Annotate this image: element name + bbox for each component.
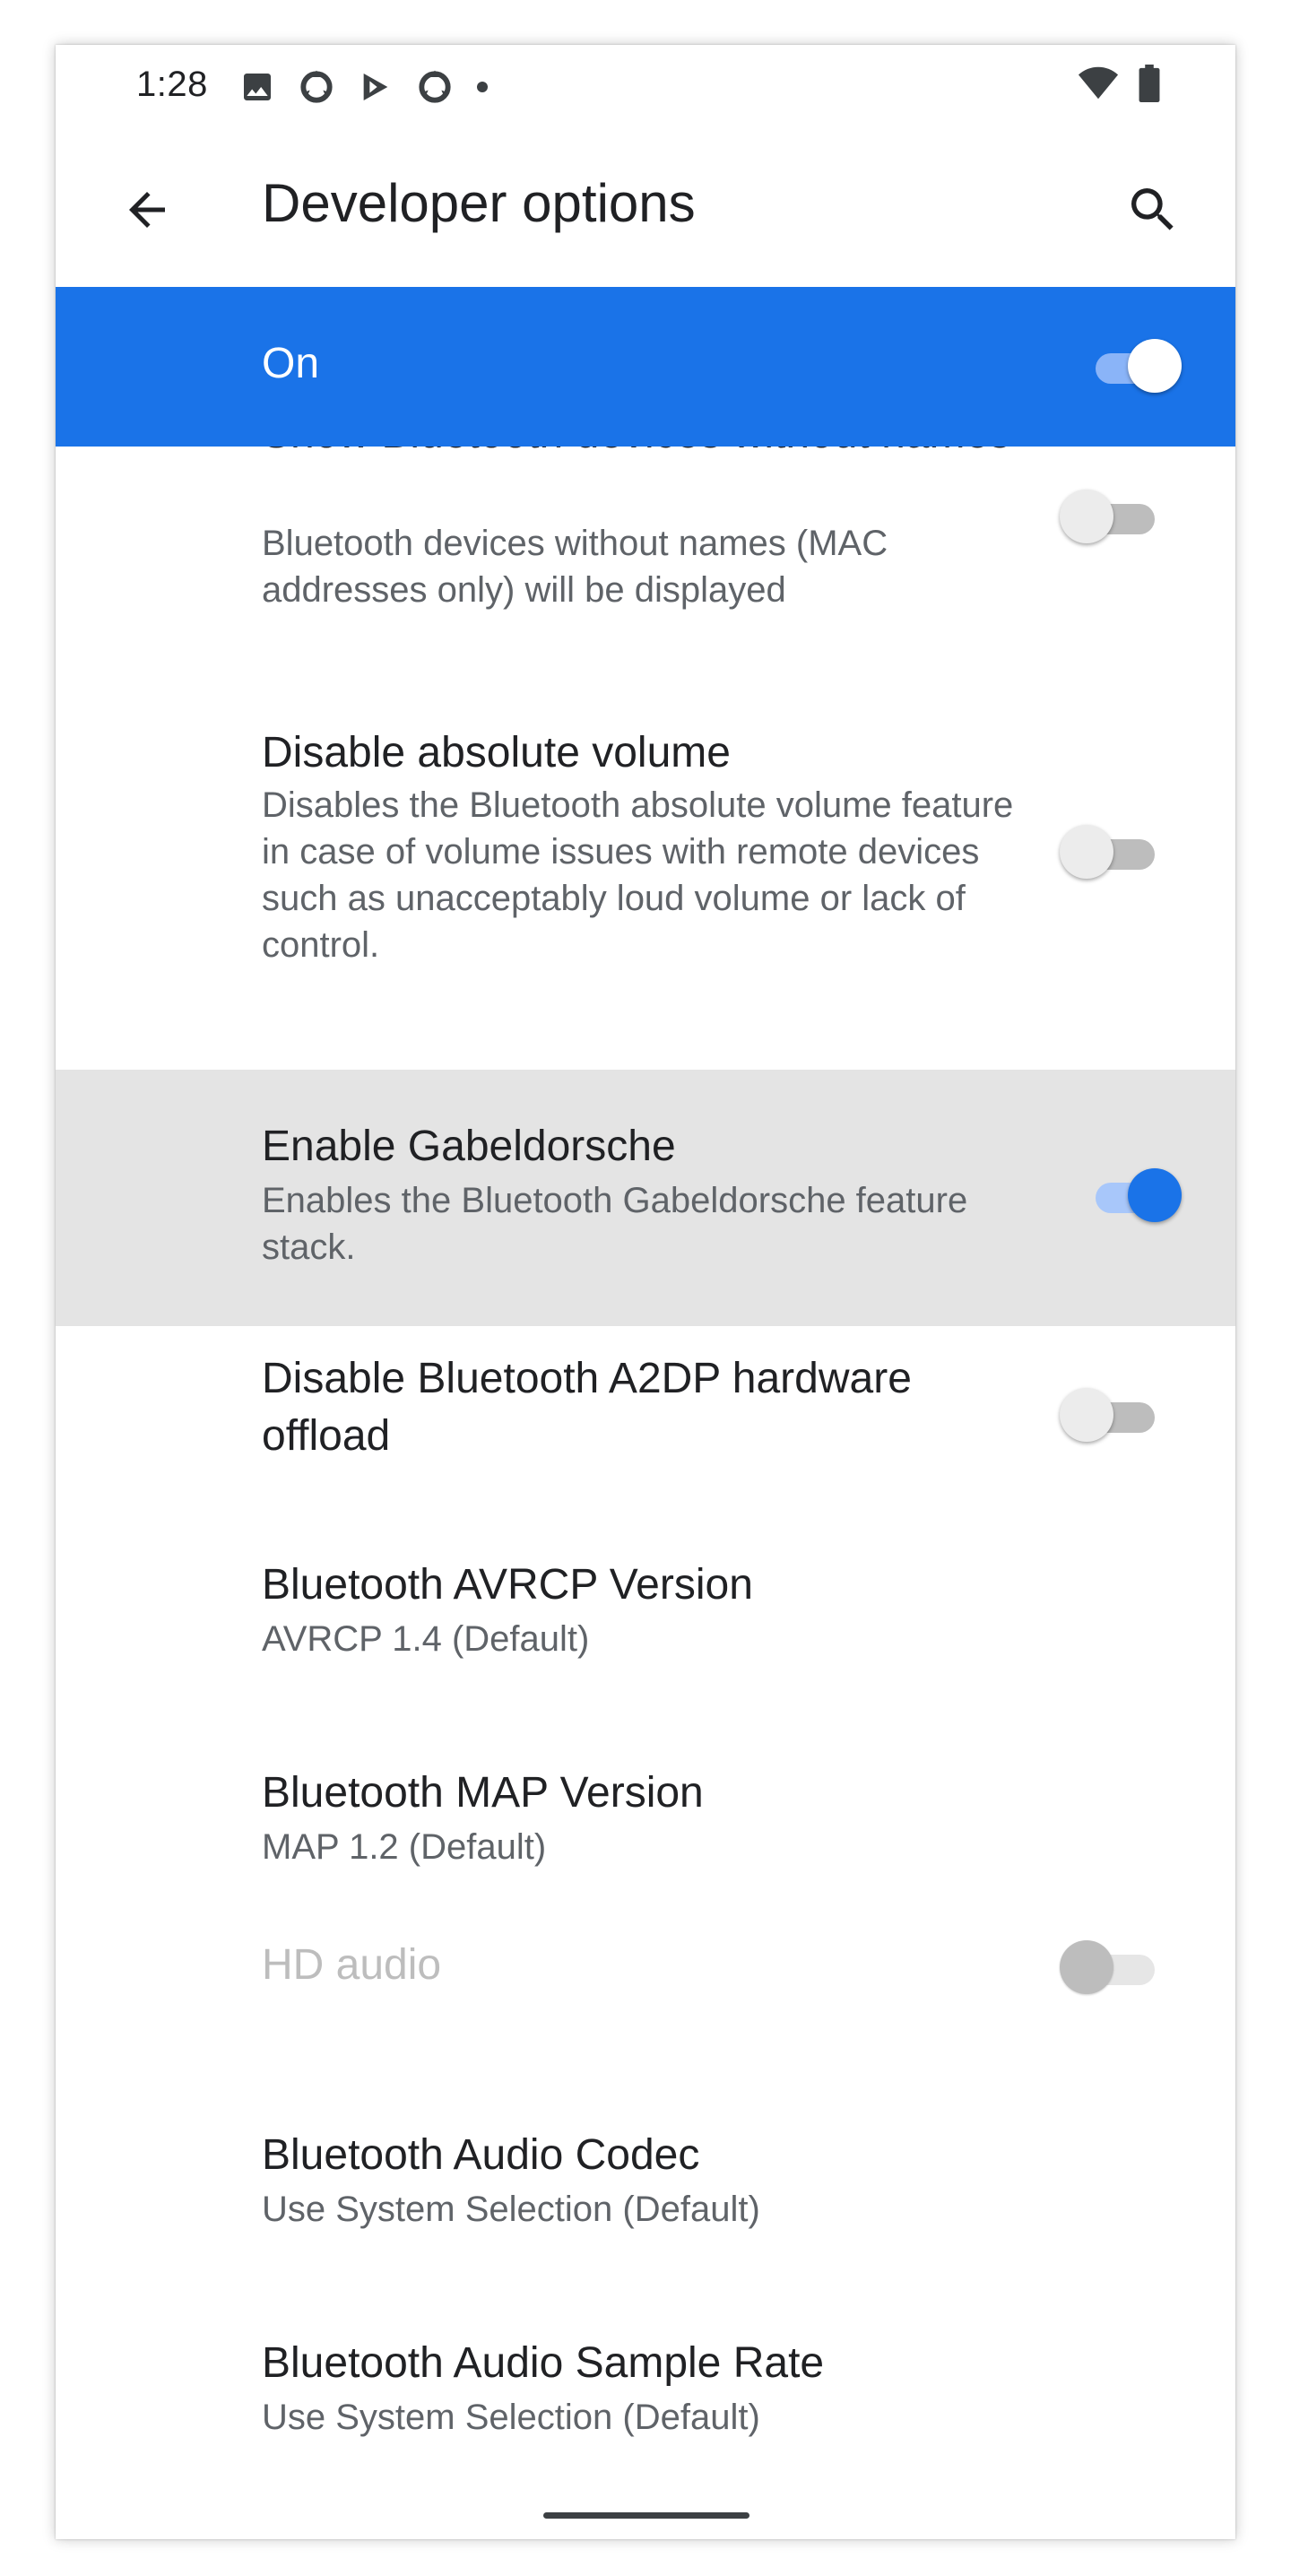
setting-summary: Bluetooth devices without names (MAC add… [262, 524, 888, 610]
setting-title: Bluetooth Audio Codec [262, 2131, 700, 2179]
setting-summary: Enables the Bluetooth Gabeldorsche featu… [262, 1181, 968, 1267]
setting-hd-audio: HD audio [56, 1935, 1235, 2060]
page-title: Developer options [262, 173, 696, 233]
setting-summary: AVRCP 1.4 (Default) [262, 1619, 590, 1659]
setting-map-version[interactable]: Bluetooth MAP Version MAP 1.2 (Default) [56, 1765, 1235, 1917]
setting-summary: MAP 1.2 (Default) [262, 1827, 547, 1867]
setting-title: Show Bluetooth devices without names [262, 447, 1051, 463]
setting-disable-a2dp-offload[interactable]: Disable Bluetooth A2DP hardware offload [56, 1350, 1235, 1512]
setting-enable-gabeldorsche[interactable]: Enable Gabeldorsche Enables the Bluetoot… [56, 1070, 1235, 1326]
sync-icon [297, 67, 336, 107]
toggle-thumb [1060, 490, 1113, 543]
status-time: 1:28 [136, 65, 208, 104]
toggle-thumb [1060, 1940, 1113, 1994]
arrow-back-icon [120, 183, 174, 241]
setting-title: Disable Bluetooth A2DP hardware offload [262, 1355, 912, 1460]
setting-summary: Use System Selection (Default) [262, 2398, 760, 2437]
notification-icons [239, 66, 489, 108]
toggle-thumb [1128, 1168, 1182, 1222]
toggle-thumb [1128, 339, 1182, 393]
master-switch-label: On [262, 340, 320, 387]
setting-show-bt-devices-without-names[interactable]: Show Bluetooth devices without names Blu… [56, 447, 1235, 644]
wifi-icon [1078, 65, 1119, 106]
toggle-thumb [1060, 1388, 1113, 1442]
system-icons [1078, 65, 1160, 107]
search-button[interactable] [1108, 167, 1198, 256]
setting-summary: Disables the Bluetooth absolute volume f… [262, 785, 1014, 965]
setting-toggle[interactable] [1060, 1386, 1157, 1444]
phone-screen: 1:28 Developer options On Bluetooth devi… [56, 45, 1235, 2539]
setting-toggle[interactable] [1060, 488, 1157, 545]
master-switch-bar[interactable]: On [56, 287, 1235, 447]
dot-icon [476, 81, 489, 93]
setting-toggle[interactable] [1085, 1167, 1182, 1224]
toggle-thumb [1060, 825, 1113, 879]
setting-title: Disable absolute volume [262, 729, 731, 776]
sync-icon [415, 67, 455, 107]
battery-icon [1139, 65, 1160, 107]
search-icon [1124, 181, 1182, 243]
setting-title: Bluetooth Audio Sample Rate [262, 2339, 825, 2387]
setting-toggle [1060, 1939, 1157, 1996]
setting-title: Enable Gabeldorsche [262, 1123, 676, 1170]
image-icon [239, 69, 275, 105]
settings-list[interactable]: Show Bluetooth devices without names Blu… [56, 447, 1235, 2539]
setting-title: Bluetooth MAP Version [262, 1769, 704, 1817]
back-button[interactable] [102, 167, 192, 256]
setting-disable-absolute-volume[interactable]: Disable absolute volume Disables the Blu… [56, 724, 1235, 1001]
setting-title: Bluetooth AVRCP Version [262, 1561, 753, 1609]
setting-audio-sample-rate[interactable]: Bluetooth Audio Sample Rate Use System S… [56, 2335, 1235, 2487]
setting-title: HD audio [262, 1941, 442, 1989]
setting-avrcp-version[interactable]: Bluetooth AVRCP Version AVRCP 1.4 (Defau… [56, 1557, 1235, 1709]
master-toggle[interactable] [1085, 337, 1182, 395]
setting-audio-codec[interactable]: Bluetooth Audio Codec Use System Selecti… [56, 2127, 1235, 2279]
status-bar: 1:28 [56, 45, 1235, 127]
setting-toggle[interactable] [1060, 823, 1157, 880]
home-indicator[interactable] [543, 2512, 749, 2519]
setting-summary: Use System Selection (Default) [262, 2190, 760, 2229]
play-store-icon [358, 69, 394, 105]
